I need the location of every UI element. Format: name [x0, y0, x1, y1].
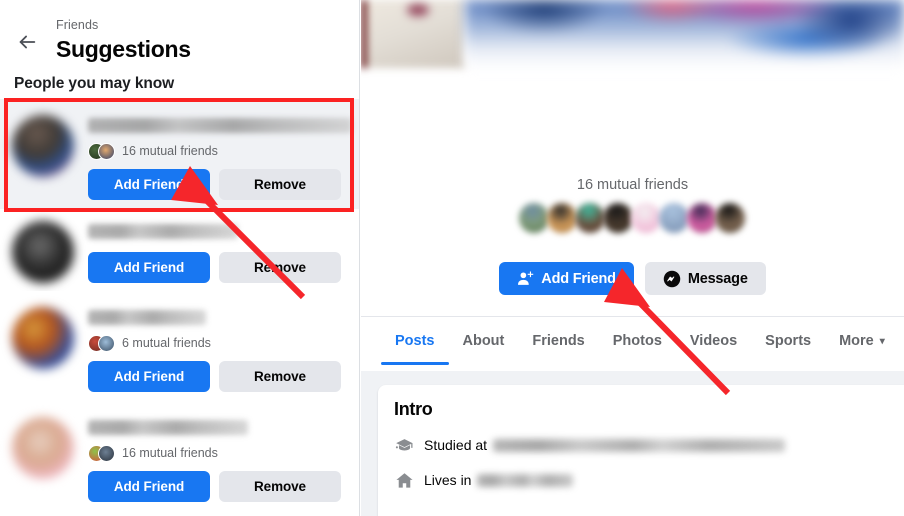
list-item-actions: Add Friend Remove	[88, 169, 352, 200]
tab-more[interactable]: More ▾	[825, 317, 899, 365]
add-friend-button[interactable]: Add Friend	[88, 361, 210, 392]
tab-about[interactable]: About	[449, 317, 519, 365]
graduation-cap-icon	[394, 435, 414, 455]
section-label: People you may know	[14, 75, 175, 92]
person-name[interactable]	[88, 118, 352, 133]
intro-card: Intro Studied at Lives in	[378, 385, 904, 516]
page-title: Suggestions	[56, 36, 191, 62]
person-name[interactable]	[88, 420, 248, 435]
tab-friends[interactable]: Friends	[518, 317, 598, 365]
list-item-body: Add Friend Remove	[74, 219, 352, 283]
list-item[interactable]: 6 mutual friends Add Friend Remove	[0, 291, 359, 401]
remove-button[interactable]: Remove	[219, 252, 341, 283]
profile-mutual-avatar-row[interactable]	[361, 203, 904, 233]
arrow-left-icon	[19, 35, 36, 49]
tab-photos[interactable]: Photos	[599, 317, 676, 365]
intro-location-label: Lives in	[424, 472, 472, 488]
person-add-icon	[518, 271, 534, 285]
list-item-actions: Add Friend Remove	[88, 471, 352, 502]
mutual-avatar	[630, 203, 661, 233]
tab-label: Friends	[532, 333, 585, 349]
mutual-friends-label: 6 mutual friends	[122, 336, 211, 350]
intro-title: Intro	[394, 399, 433, 419]
person-name[interactable]	[88, 310, 206, 325]
remove-button[interactable]: Remove	[219, 471, 341, 502]
add-friend-button[interactable]: Add Friend	[88, 169, 210, 200]
cover-photo[interactable]	[465, 0, 904, 68]
mutual-friends-row: 16 mutual friends	[88, 142, 352, 160]
mutual-friends-label: 16 mutual friends	[122, 446, 218, 460]
remove-button[interactable]: Remove	[219, 361, 341, 392]
side-thumbnail-image	[361, 0, 465, 68]
intro-row-education: Studied at	[394, 435, 888, 455]
list-item-body: 16 mutual friends Add Friend Remove	[74, 109, 352, 201]
profile-panel: 16 mutual friends Add Friend Message Pos…	[361, 0, 904, 516]
tab-label: Videos	[689, 333, 738, 349]
mutual-avatar	[602, 203, 633, 233]
profile-add-friend-label: Add Friend	[541, 270, 616, 287]
intro-education-label: Studied at	[424, 437, 488, 453]
mutual-avatar	[546, 203, 577, 233]
breadcrumb-label[interactable]: Friends	[56, 17, 191, 33]
mutual-avatar	[98, 444, 115, 462]
mutual-avatar	[518, 203, 549, 233]
mutual-avatar-stack	[88, 334, 115, 352]
intro-row-location: Lives in	[394, 470, 888, 490]
intro-education-value[interactable]	[493, 438, 786, 452]
mutual-friends-row: 6 mutual friends	[88, 334, 352, 352]
friends-suggestions-panel: Friends Suggestions People you may know …	[0, 0, 360, 516]
add-friend-button[interactable]: Add Friend	[88, 471, 210, 502]
tab-label: About	[462, 333, 505, 349]
person-name[interactable]	[88, 224, 238, 239]
mutual-avatar	[714, 203, 745, 233]
back-button[interactable]	[14, 29, 40, 55]
suggestion-list: 16 mutual friends Add Friend Remove Add …	[0, 99, 359, 511]
mutual-avatar-stack	[88, 444, 115, 462]
profile-mutual-friends-label: 16 mutual friends	[576, 177, 689, 193]
mutual-avatar	[686, 203, 717, 233]
avatar[interactable]	[12, 417, 74, 479]
list-item-actions: Add Friend Remove	[88, 252, 352, 283]
profile-tabs: Posts About Friends Photos Videos Sports…	[361, 316, 904, 371]
avatar[interactable]	[12, 221, 74, 283]
mutual-avatar	[98, 142, 115, 160]
tab-label: Posts	[395, 333, 435, 349]
chevron-down-icon: ▾	[879, 335, 885, 347]
message-label: Message	[687, 270, 748, 287]
facebook-suggestions-screen: Friends Suggestions People you may know …	[0, 0, 904, 516]
list-item[interactable]: Add Friend Remove	[0, 209, 359, 291]
intro-location-value[interactable]	[477, 473, 574, 487]
message-button[interactable]: Message	[644, 262, 766, 295]
tab-posts[interactable]: Posts	[381, 317, 449, 365]
tab-label: More	[839, 333, 874, 349]
tab-videos[interactable]: Videos	[676, 317, 751, 365]
tab-sports[interactable]: Sports	[751, 317, 825, 365]
list-item-body: 6 mutual friends Add Friend Remove	[74, 301, 352, 393]
mutual-avatar	[574, 203, 605, 233]
list-item-body: 16 mutual friends Add Friend Remove	[74, 411, 352, 503]
messenger-icon	[663, 270, 681, 287]
mutual-avatar	[98, 334, 115, 352]
avatar[interactable]	[12, 115, 74, 177]
tab-label: Photos	[612, 333, 662, 349]
list-item-actions: Add Friend Remove	[88, 361, 352, 392]
mutual-friends-label: 16 mutual friends	[122, 144, 218, 158]
avatar[interactable]	[12, 307, 74, 369]
profile-add-friend-button[interactable]: Add Friend	[499, 262, 634, 295]
breadcrumb: Friends Suggestions	[56, 17, 191, 64]
add-friend-button[interactable]: Add Friend	[88, 252, 210, 283]
remove-button[interactable]: Remove	[219, 169, 341, 200]
list-item[interactable]: 16 mutual friends Add Friend Remove	[0, 401, 359, 511]
list-item[interactable]: 16 mutual friends Add Friend Remove	[0, 99, 359, 209]
mutual-avatar-stack	[88, 142, 115, 160]
mutual-friends-row: 16 mutual friends	[88, 444, 352, 462]
profile-content-area: Intro Studied at Lives in	[361, 371, 904, 516]
profile-action-buttons: Add Friend Message	[361, 262, 904, 295]
home-icon	[394, 470, 414, 490]
mutual-avatar	[658, 203, 689, 233]
tab-label: Sports	[765, 333, 812, 349]
